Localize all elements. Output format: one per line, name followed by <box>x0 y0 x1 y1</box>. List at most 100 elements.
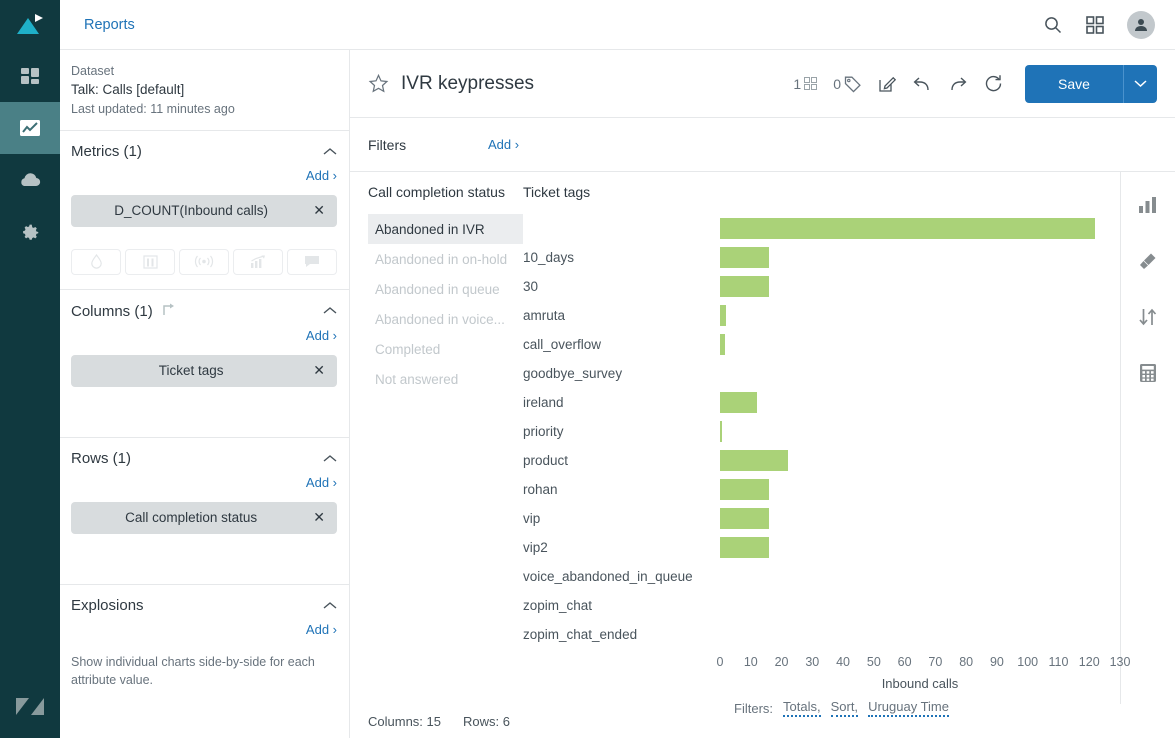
sidebar-item-dashboards[interactable] <box>0 50 60 102</box>
bar[interactable] <box>720 305 727 326</box>
bar-row: ireland <box>523 388 1120 417</box>
columns-header: Columns (1) <box>71 302 337 321</box>
bar-track <box>720 272 1120 301</box>
x-axis-tick: 50 <box>866 655 881 669</box>
footer-link-totals[interactable]: Totals, <box>783 699 821 717</box>
column-chart-icon[interactable] <box>125 248 175 275</box>
metric-chip-remove-icon[interactable]: ✕ <box>311 202 327 219</box>
bar[interactable] <box>720 218 1096 239</box>
sort-arrows-icon[interactable] <box>1133 302 1163 332</box>
columns-collapse-chevron-up-icon[interactable] <box>323 302 337 320</box>
sidebar-item-datasets[interactable] <box>0 154 60 206</box>
explore-logo[interactable] <box>0 0 60 50</box>
sidebar-item-admin[interactable] <box>0 206 60 258</box>
bar[interactable] <box>720 334 725 355</box>
row-category-list: Abandoned in IVR Abandoned in on-hold Aban… <box>368 214 523 717</box>
bar[interactable] <box>720 392 757 413</box>
metric-chip[interactable]: D_COUNT(Inbound calls) ✕ <box>71 194 337 227</box>
paintbrush-icon[interactable] <box>1133 246 1163 276</box>
metrics-add-link[interactable]: Add › <box>306 168 337 183</box>
chart-headers: Call completion status Ticket tags <box>350 184 1120 206</box>
metrics-collapse-chevron-up-icon[interactable] <box>323 143 337 161</box>
row-category-item[interactable]: Abandoned in on-hold <box>368 244 523 274</box>
bar-row: vip2 <box>523 533 1120 562</box>
footer-link-timezone[interactable]: Uruguay Time <box>868 699 949 717</box>
column-chip-remove-icon[interactable]: ✕ <box>311 362 327 379</box>
undo-arrow-icon[interactable] <box>912 75 932 93</box>
rows-section: Rows (1) Add › Call completion status ✕ <box>60 438 349 585</box>
bar[interactable] <box>720 421 722 442</box>
bar[interactable] <box>720 276 770 297</box>
columns-add-row: Add › <box>71 327 337 345</box>
bar-row: amruta <box>523 301 1120 330</box>
zendesk-logo <box>0 682 60 730</box>
bar[interactable] <box>720 479 770 500</box>
trend-chart-icon[interactable] <box>233 248 283 275</box>
dataset-updated: Last updated: 11 minutes ago <box>71 101 235 116</box>
breadcrumb-reports[interactable]: Reports <box>84 17 135 33</box>
bar[interactable] <box>720 537 770 558</box>
app-left-rail <box>0 0 60 738</box>
filters-add-link[interactable]: Add › <box>488 137 519 152</box>
apps-grid-icon[interactable] <box>1085 15 1105 35</box>
save-dropdown-chevron-down-icon[interactable] <box>1123 64 1157 103</box>
bar-chart-icon[interactable] <box>1133 190 1163 220</box>
x-axis-tick: 110 <box>1048 655 1069 669</box>
bar-row: priority <box>523 417 1120 446</box>
bar-track <box>720 591 1120 620</box>
tag-count[interactable]: 0 <box>833 75 862 93</box>
gear-icon <box>23 224 39 240</box>
save-button-group: Save <box>1025 64 1157 103</box>
explosions-collapse-chevron-up-icon[interactable] <box>323 597 337 615</box>
footer-link-sort[interactable]: Sort, <box>830 699 859 717</box>
rows-add-row: Add › <box>71 474 337 492</box>
search-icon[interactable] <box>1043 15 1063 35</box>
row-chip[interactable]: Call completion status ✕ <box>71 501 337 534</box>
column-chip[interactable]: Ticket tags ✕ <box>71 354 337 387</box>
bar[interactable] <box>720 450 788 471</box>
bar-track <box>720 301 1120 330</box>
row-category-item[interactable]: Abandoned in queue <box>368 274 523 304</box>
signal-icon[interactable] <box>179 248 229 275</box>
rows-add-link[interactable]: Add › <box>306 475 337 490</box>
pencil-square-icon[interactable] <box>878 75 896 93</box>
rows-collapse-chevron-up-icon[interactable] <box>323 450 337 468</box>
save-button[interactable]: Save <box>1025 64 1123 103</box>
dataset-info[interactable]: Dataset Talk: Calls [default] Last updat… <box>60 50 349 131</box>
bar-row: voice_abandoned_in_queue <box>523 562 1120 591</box>
chart-grid: Abandoned in IVR Abandoned in on-hold Aban… <box>350 214 1131 717</box>
bar-plot: 10_days 30 amruta call_overflow goodbye_surv… <box>523 214 1131 717</box>
sidebar-item-reports[interactable] <box>0 102 60 154</box>
x-axis: Inbound calls 0 10 20 30 40 50 60 70 80 90 100 110 1… <box>523 655 1131 691</box>
swap-rows-columns-icon[interactable] <box>161 302 176 321</box>
columns-add-link[interactable]: Add › <box>306 328 337 343</box>
calculator-icon[interactable] <box>1133 358 1163 388</box>
row-category-item[interactable]: Abandoned in IVR <box>368 214 523 244</box>
row-chip-remove-icon[interactable]: ✕ <box>311 509 327 526</box>
x-axis-label: Inbound calls <box>881 676 959 691</box>
bar[interactable] <box>720 508 770 529</box>
bar-row: goodbye_survey <box>523 359 1120 388</box>
comment-icon[interactable] <box>287 248 337 275</box>
row-category-item[interactable]: Abandoned in voice... <box>368 304 523 334</box>
rows-title: Rows (1) <box>71 450 132 468</box>
report-area: IVR keypresses 1 0 Save Filters Add › Ca… <box>350 50 1175 738</box>
x-axis-tick: 30 <box>805 655 820 669</box>
metrics-add-row: Add › <box>71 167 337 185</box>
footer-filters-label: Filters: <box>734 700 774 716</box>
droplet-icon[interactable] <box>71 248 121 275</box>
x-axis-tick: 40 <box>836 655 851 669</box>
page-title: IVR keypresses <box>401 72 535 94</box>
bar[interactable] <box>720 247 770 268</box>
bar-row: 30 <box>523 272 1120 301</box>
row-category-item[interactable]: Not answered <box>368 364 523 394</box>
avatar[interactable] <box>1127 10 1155 39</box>
explosions-add-link[interactable]: Add › <box>306 622 337 637</box>
refresh-circle-icon[interactable] <box>984 74 1003 93</box>
row-category-item[interactable]: Completed <box>368 334 523 364</box>
star-outline-icon[interactable] <box>368 73 389 94</box>
bar-row: vip <box>523 504 1120 533</box>
dashboard-count[interactable]: 1 <box>793 76 818 92</box>
redo-arrow-icon[interactable] <box>948 75 968 93</box>
bar-category-label: rohan <box>523 482 558 497</box>
